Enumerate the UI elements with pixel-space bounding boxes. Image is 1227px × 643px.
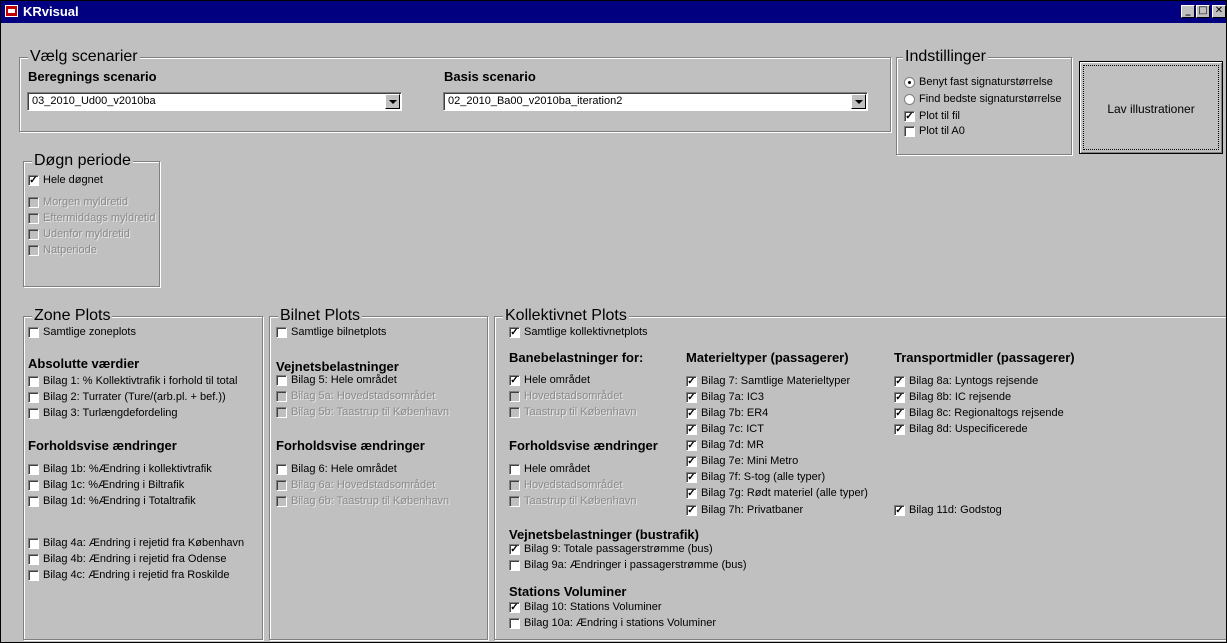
title-bar[interactable]: KRvisual _ □ ✕	[1, 1, 1226, 23]
basis-label: Basis scenario	[444, 69, 536, 84]
app-icon	[5, 5, 18, 17]
beregning-combo[interactable]: 03_2010_Ud00_v2010ba	[27, 92, 402, 111]
stat-heading: Stations Voluminer	[509, 584, 627, 599]
radio-icon	[904, 94, 915, 105]
check-icon: ✓	[894, 392, 905, 403]
trans-heading: Transportmidler (passagerer)	[894, 350, 1075, 365]
settings-group: Indstillinger	[896, 47, 1072, 155]
check-icon: ✓	[686, 472, 697, 483]
main-window: KRvisual _ □ ✕ Vælg scenarier Beregnings…	[0, 0, 1227, 643]
check-icon: ✓	[686, 440, 697, 451]
kollektiv-legend: Kollektivnet Plots	[503, 306, 629, 326]
check-icon: ✓	[509, 327, 520, 338]
check-icon: ✓	[686, 456, 697, 467]
check-icon: ✓	[894, 376, 905, 387]
check-icon: ✓	[509, 602, 520, 613]
dogn-legend: Døgn periode	[32, 151, 133, 171]
settings-legend: Indstillinger	[903, 47, 988, 67]
scenarios-legend: Vælg scenarier	[28, 47, 140, 67]
beregning-label: Beregnings scenario	[28, 69, 157, 84]
bus-heading: Vejnetsbelastninger (bustrafik)	[509, 527, 699, 542]
window-title: KRvisual	[23, 4, 79, 19]
check-icon: ✓	[894, 505, 905, 516]
check-icon: ✓	[28, 175, 39, 186]
lav-button-label: Lav illustrationer	[1107, 102, 1195, 116]
vej-heading: Vejnetsbelastninger	[276, 359, 399, 374]
check-icon: ✓	[686, 424, 697, 435]
basis-combo[interactable]: 02_2010_Ba00_v2010ba_iteration2	[443, 92, 868, 111]
maximize-button[interactable]: □	[1196, 5, 1210, 18]
bane-heading: Banebelastninger for:	[509, 350, 644, 365]
dropdown-arrow-icon[interactable]	[385, 94, 400, 109]
bilnet-rel-heading: Forholdsvise ændringer	[276, 438, 425, 453]
check-icon: ✓	[904, 111, 915, 122]
dropdown-arrow-icon[interactable]	[851, 94, 866, 109]
check-icon: ✓	[509, 544, 520, 555]
zone-legend: Zone Plots	[32, 306, 113, 326]
radio-icon	[904, 77, 915, 88]
abs-heading: Absolutte værdier	[28, 356, 140, 371]
close-button[interactable]: ✕	[1212, 5, 1226, 18]
check-icon: ✓	[894, 424, 905, 435]
kollektiv-rel-heading: Forholdsvise ændringer	[509, 438, 658, 453]
check-icon: ✓	[686, 505, 697, 516]
zone-rel-heading: Forholdsvise ændringer	[28, 438, 177, 453]
beregning-value: 03_2010_Ud00_v2010ba	[32, 95, 156, 107]
check-icon: ✓	[686, 408, 697, 419]
lav-illustrationer-button[interactable]: Lav illustrationer	[1079, 61, 1223, 154]
mat-heading: Materieltyper (passagerer)	[686, 350, 849, 365]
check-icon: ✓	[894, 408, 905, 419]
bilnet-legend: Bilnet Plots	[278, 306, 363, 326]
check-icon: ✓	[686, 392, 697, 403]
check-icon: ✓	[509, 375, 520, 386]
check-icon: ✓	[686, 488, 697, 499]
minimize-button[interactable]: _	[1181, 5, 1195, 18]
basis-value: 02_2010_Ba00_v2010ba_iteration2	[448, 95, 623, 107]
check-icon: ✓	[686, 376, 697, 387]
